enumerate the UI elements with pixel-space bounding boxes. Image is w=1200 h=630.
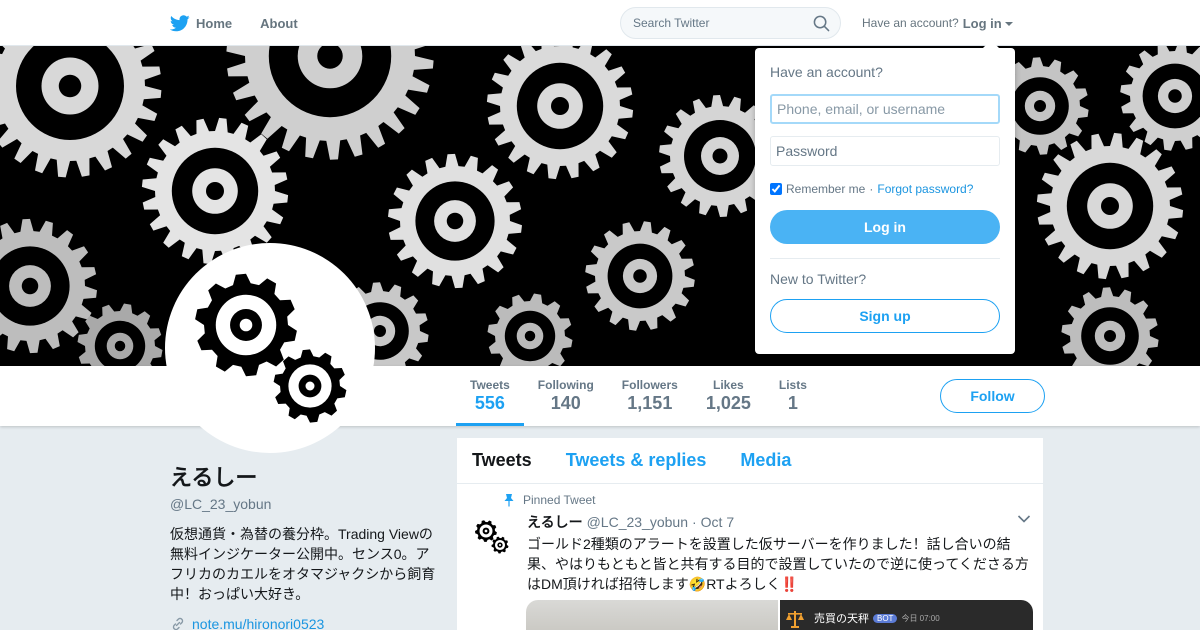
media-card-title: 売買の天秤 BOT 今日 07:00 <box>814 610 940 626</box>
timeline-tabs: Tweets Tweets & replies Media <box>457 438 1043 484</box>
timeline: Tweets Tweets & replies Media Pinned Twe… <box>456 437 1044 630</box>
pinned-label: Pinned Tweet <box>523 493 596 507</box>
tweet-author-handle[interactable]: @LC_23_yobun <box>587 514 688 530</box>
stat-likes[interactable]: Likes 1,025 <box>692 366 765 426</box>
tab-tweets[interactable]: Tweets <box>472 450 532 471</box>
tab-tweets-and-replies[interactable]: Tweets & replies <box>566 450 707 471</box>
profile-avatar[interactable] <box>165 243 375 453</box>
stat-lists[interactable]: Lists 1 <box>765 366 821 426</box>
gear-icon <box>1061 287 1159 366</box>
gear-icon <box>195 273 297 377</box>
username-field[interactable] <box>770 94 1000 124</box>
signup-button[interactable]: Sign up <box>770 299 1000 333</box>
password-field[interactable] <box>770 136 1000 166</box>
stat-label: Likes <box>712 378 744 392</box>
profile-handle[interactable]: @LC_23_yobun <box>170 496 440 512</box>
stat-value: 1,151 <box>627 393 673 413</box>
stat-following[interactable]: Following 140 <box>524 366 608 426</box>
login-dropdown: Have an account? Remember me · Forgot pa… <box>755 40 1015 354</box>
pin-icon <box>504 494 514 507</box>
stat-label: Following <box>537 378 594 392</box>
gear-icon <box>1036 132 1184 280</box>
profile-description: 仮想通貨・為替の養分枠。Trading Viewの無料インジケーター公開中。セン… <box>170 526 436 602</box>
gear-icon <box>475 520 497 542</box>
pinned-tweet-context: Pinned Tweet <box>503 493 596 507</box>
tab-media[interactable]: Media <box>740 450 791 471</box>
profile-bio-card: えるしー @LC_23_yobun 仮想通貨・為替の養分枠。Trading Vi… <box>170 460 440 630</box>
profile-link[interactable]: note.mu/hironori0523 <box>170 616 440 630</box>
stat-tweets[interactable]: Tweets 556 <box>456 366 524 426</box>
stat-value: 1 <box>787 393 798 413</box>
tweet-text: ゴールド2種類のアラートを設置した仮サーバーを作りました！話し合いの結果、やはり… <box>527 536 1029 592</box>
remember-me-checkbox[interactable] <box>770 183 782 195</box>
login-toggle-label: Log in <box>962 15 1002 31</box>
gear-icon <box>0 218 97 354</box>
nav-about-link[interactable]: About <box>260 16 298 31</box>
nav-home-label: Home <box>196 15 233 31</box>
twitter-bird-icon <box>170 14 190 31</box>
profile-name[interactable]: えるしー <box>170 460 440 492</box>
profile-link-text: note.mu/hironori0523 <box>192 616 325 630</box>
bot-badge: BOT <box>873 613 898 623</box>
have-account-label: Have an account? <box>862 16 959 30</box>
separator-dot: · <box>869 182 874 196</box>
remember-row: Remember me · Forgot password? <box>770 182 1000 196</box>
stat-value: 556 <box>474 393 505 413</box>
nav-home-link[interactable]: Home <box>170 14 233 32</box>
media-card-title-text: 売買の天秤 <box>814 613 869 625</box>
tweet-avatar-gears-icon[interactable] <box>472 517 512 557</box>
search-icon[interactable] <box>813 15 830 32</box>
stat-value: 1,025 <box>705 393 751 413</box>
remember-me-label[interactable]: Remember me <box>786 182 865 196</box>
gear-icon <box>491 536 509 554</box>
tweet-date[interactable]: Oct 7 <box>701 514 734 530</box>
new-to-twitter-label: New to Twitter? <box>770 271 867 287</box>
chevron-down-icon[interactable] <box>1017 514 1031 524</box>
tweet-media[interactable]: 売買の天秤 BOT 今日 07:00 <box>526 600 1033 630</box>
search-input[interactable] <box>633 16 803 30</box>
gear-icon <box>1120 46 1200 151</box>
stat-label: Followers <box>621 378 678 392</box>
top-navigation-bar: Home About Have an account? Log in <box>0 0 1200 46</box>
link-icon <box>172 617 184 630</box>
gear-icon <box>487 293 573 366</box>
gear-icon <box>273 349 347 423</box>
stat-value: 140 <box>550 393 581 413</box>
tweet-media-screenshot[interactable]: 売買の天秤 BOT 今日 07:00 <box>780 600 1033 630</box>
stat-label: Lists <box>778 378 807 392</box>
tweet-dot: · <box>692 514 697 530</box>
search-box <box>620 7 841 39</box>
dropdown-divider <box>770 258 1000 259</box>
tweet-header: えるしー @LC_23_yobun · Oct 7 <box>527 512 1031 532</box>
forgot-password-link[interactable]: Forgot password? <box>877 182 973 196</box>
nav-left: Home About <box>170 0 326 46</box>
nav-about-label: About <box>260 15 298 31</box>
gear-icon <box>585 221 695 331</box>
stat-label: Tweets <box>470 378 510 392</box>
pinned-tweet[interactable]: Pinned Tweet えるしー @LC_23_yobun · Oct 7 ゴ… <box>457 484 1043 630</box>
media-card-time: 今日 07:00 <box>901 613 940 623</box>
tweet-author-name[interactable]: えるしー <box>527 512 583 532</box>
gear-icon <box>0 46 162 178</box>
login-button[interactable]: Log in <box>770 210 1000 244</box>
login-dropdown-toggle[interactable]: Log in <box>963 16 1013 31</box>
tweet-media-photo[interactable] <box>526 600 778 630</box>
gears-icon <box>195 273 347 423</box>
caret-down-icon <box>1004 22 1013 26</box>
gear-icon <box>486 46 634 180</box>
stat-followers[interactable]: Followers 1,151 <box>608 366 692 426</box>
login-dropdown-title: Have an account? <box>770 64 883 80</box>
profile-stats: Tweets 556 Following 140 Followers 1,151… <box>456 366 821 426</box>
scales-icon <box>786 611 804 628</box>
follow-button[interactable]: Follow <box>940 379 1045 413</box>
gear-icon <box>388 153 522 289</box>
